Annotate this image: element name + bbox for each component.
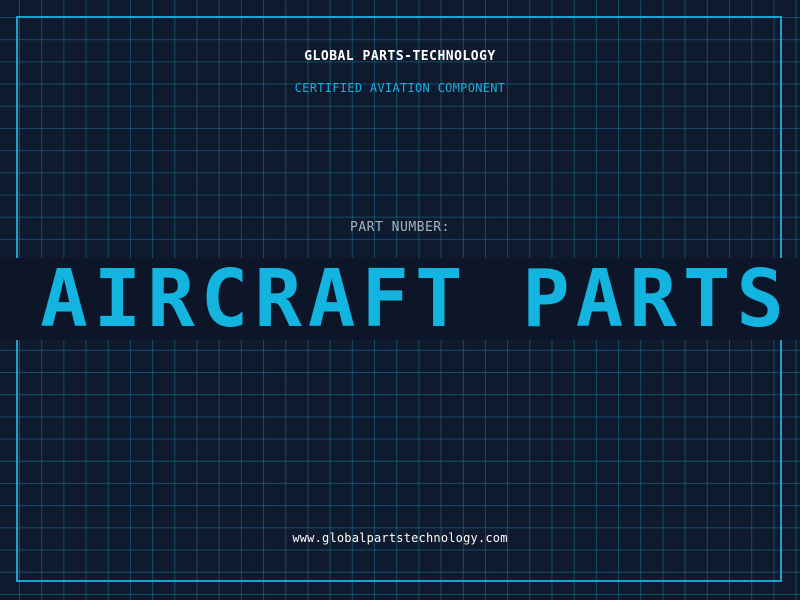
- part-label-card: GLOBAL PARTS-TECHNOLOGY CERTIFIED AVIATI…: [0, 0, 800, 600]
- part-number-banner: E AIRCRAFT PARTS B: [0, 258, 800, 340]
- part-number-label: PART NUMBER:: [350, 220, 450, 235]
- scrolling-part-text: E AIRCRAFT PARTS B: [0, 258, 800, 340]
- company-name: GLOBAL PARTS-TECHNOLOGY: [304, 49, 496, 64]
- website-url: www.globalpartstechnology.com: [292, 531, 508, 545]
- certification-tagline: CERTIFIED AVIATION COMPONENT: [294, 81, 506, 95]
